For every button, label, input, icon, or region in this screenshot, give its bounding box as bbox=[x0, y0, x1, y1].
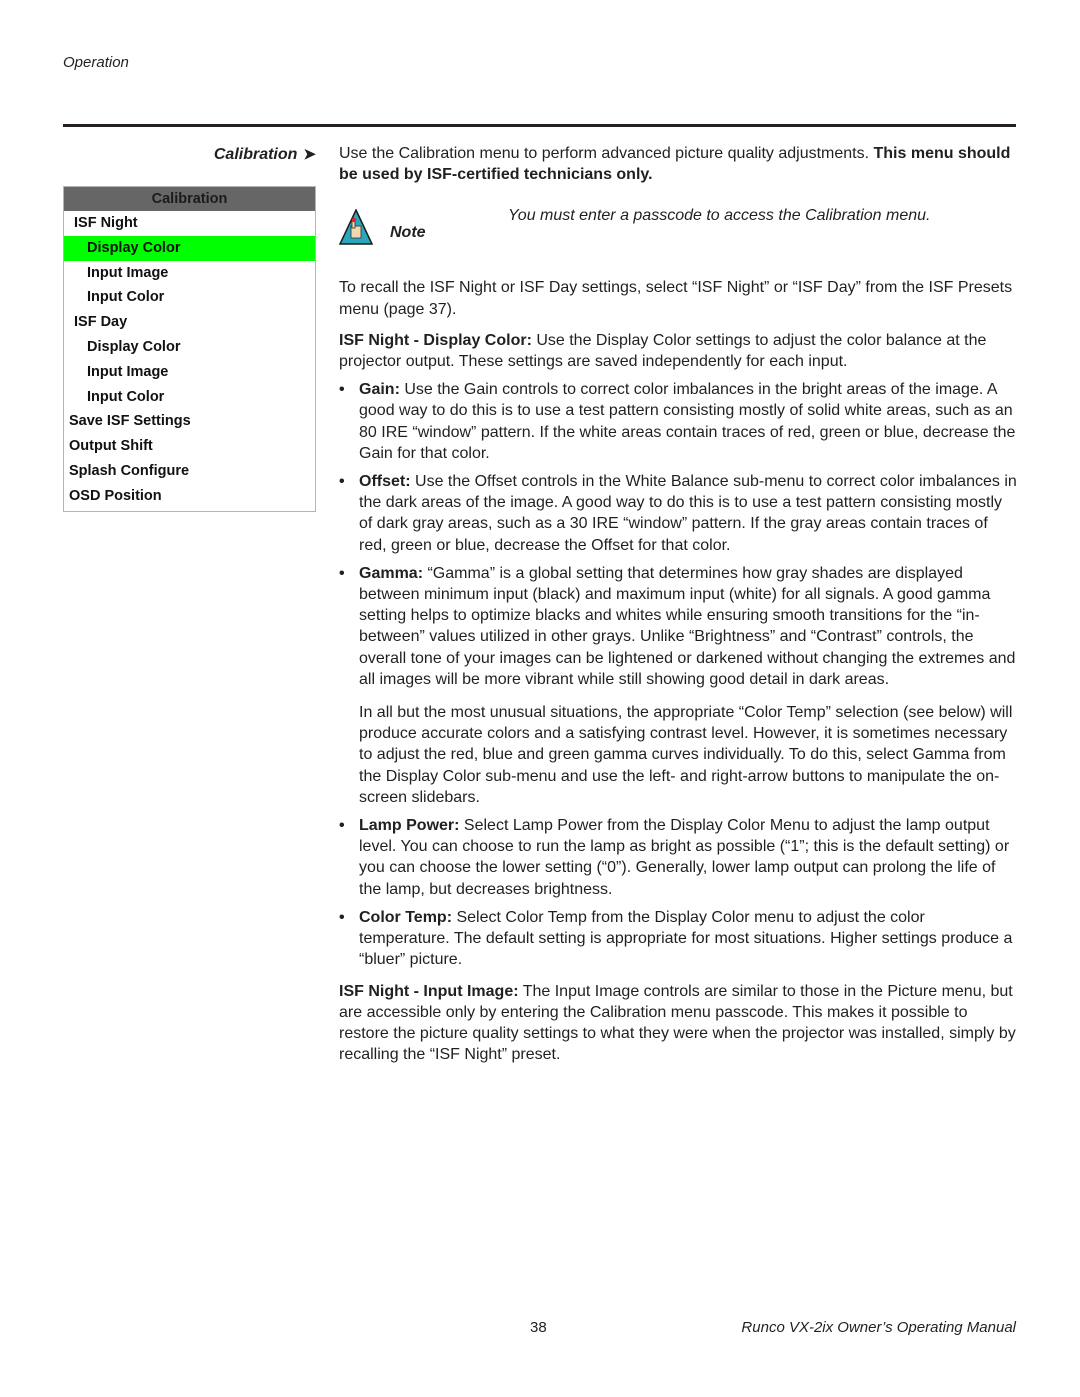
input-image-paragraph: ISF Night - Input Image: The Input Image… bbox=[339, 981, 1019, 1066]
bullet-text: “Gamma” is a global setting that determi… bbox=[359, 564, 1016, 688]
menu-item-save-isf-settings[interactable]: Save ISF Settings bbox=[64, 409, 315, 434]
menu-item-isf-day[interactable]: ISF Day bbox=[64, 310, 315, 335]
intro-text: Use the Calibration menu to perform adva… bbox=[339, 145, 874, 162]
menu-item-input-color[interactable]: Input Color bbox=[64, 385, 315, 410]
bullet-text: Select Color Temp from the Display Color… bbox=[359, 908, 1013, 969]
bullet-term: Gamma: bbox=[359, 564, 424, 582]
input-image-heading: ISF Night - Input Image: bbox=[339, 982, 519, 1000]
note-hand-icon bbox=[339, 209, 373, 246]
display-color-heading: ISF Night - Display Color: bbox=[339, 331, 532, 349]
header-rule bbox=[63, 124, 1016, 127]
bullet-term: Gain: bbox=[359, 381, 400, 399]
note-callout: Note You must enter a passcode to access… bbox=[339, 205, 1019, 277]
menu-item-input-color[interactable]: Input Color bbox=[64, 285, 315, 310]
menu-item-input-image[interactable]: Input Image bbox=[64, 261, 315, 286]
manual-title: Runco VX-2ix Owner’s Operating Manual bbox=[741, 1319, 1016, 1336]
intro-paragraph: Use the Calibration menu to perform adva… bbox=[339, 143, 1019, 185]
menu-item-osd-position[interactable]: OSD Position bbox=[64, 484, 315, 509]
menu-item-display-color[interactable]: Display Color bbox=[64, 235, 315, 261]
lamp-colortemp-bullets: • Lamp Power: Select Lamp Power from the … bbox=[339, 815, 1019, 970]
bullet-gamma: • Gamma: “Gamma” is a global setting that… bbox=[339, 564, 1016, 688]
bullet-offset: • Offset: Use the Offset controls in the … bbox=[339, 473, 1017, 554]
arrow-right-icon: ➤ bbox=[303, 146, 316, 163]
running-header: Operation bbox=[63, 54, 129, 71]
page-number: 38 bbox=[530, 1319, 547, 1336]
note-text: You must enter a passcode to access the … bbox=[508, 207, 931, 225]
bullet-lamp-power: • Lamp Power: Select Lamp Power from the … bbox=[339, 817, 1010, 898]
menu-item-isf-night[interactable]: ISF Night bbox=[64, 211, 315, 236]
display-color-bullets: • Gain: Use the Gain controls to correct … bbox=[339, 379, 1019, 690]
note-label: Note bbox=[390, 224, 426, 242]
bullet-term: Offset: bbox=[359, 473, 411, 491]
menu-item-input-image[interactable]: Input Image bbox=[64, 360, 315, 385]
main-content: Use the Calibration menu to perform adva… bbox=[339, 143, 1019, 1065]
display-color-paragraph: ISF Night - Display Color: Use the Displ… bbox=[339, 330, 1019, 372]
menu-title: Calibration bbox=[64, 187, 315, 211]
side-heading: Calibration ➤ bbox=[150, 145, 316, 164]
calibration-menu: Calibration ISF Night Display Color Input … bbox=[63, 186, 316, 512]
recall-paragraph: To recall the ISF Night or ISF Day setti… bbox=[339, 279, 1013, 318]
side-heading-label: Calibration bbox=[213, 146, 298, 163]
bullet-text: Use the Offset controls in the White Bal… bbox=[359, 473, 1017, 554]
gamma-followup-paragraph: In all but the most unusual situations, … bbox=[359, 704, 1013, 806]
bullet-term: Lamp Power: bbox=[359, 817, 460, 835]
menu-item-display-color[interactable]: Display Color bbox=[64, 335, 315, 360]
menu-item-output-shift[interactable]: Output Shift bbox=[64, 434, 315, 459]
menu-item-splash-configure[interactable]: Splash Configure bbox=[64, 459, 315, 484]
bullet-color-temp: • Color Temp: Select Color Temp from the … bbox=[339, 908, 1013, 969]
bullet-text: Use the Gain controls to correct color i… bbox=[359, 381, 1016, 462]
bullet-gain: • Gain: Use the Gain controls to correct … bbox=[339, 381, 1016, 462]
bullet-term: Color Temp: bbox=[359, 908, 453, 926]
